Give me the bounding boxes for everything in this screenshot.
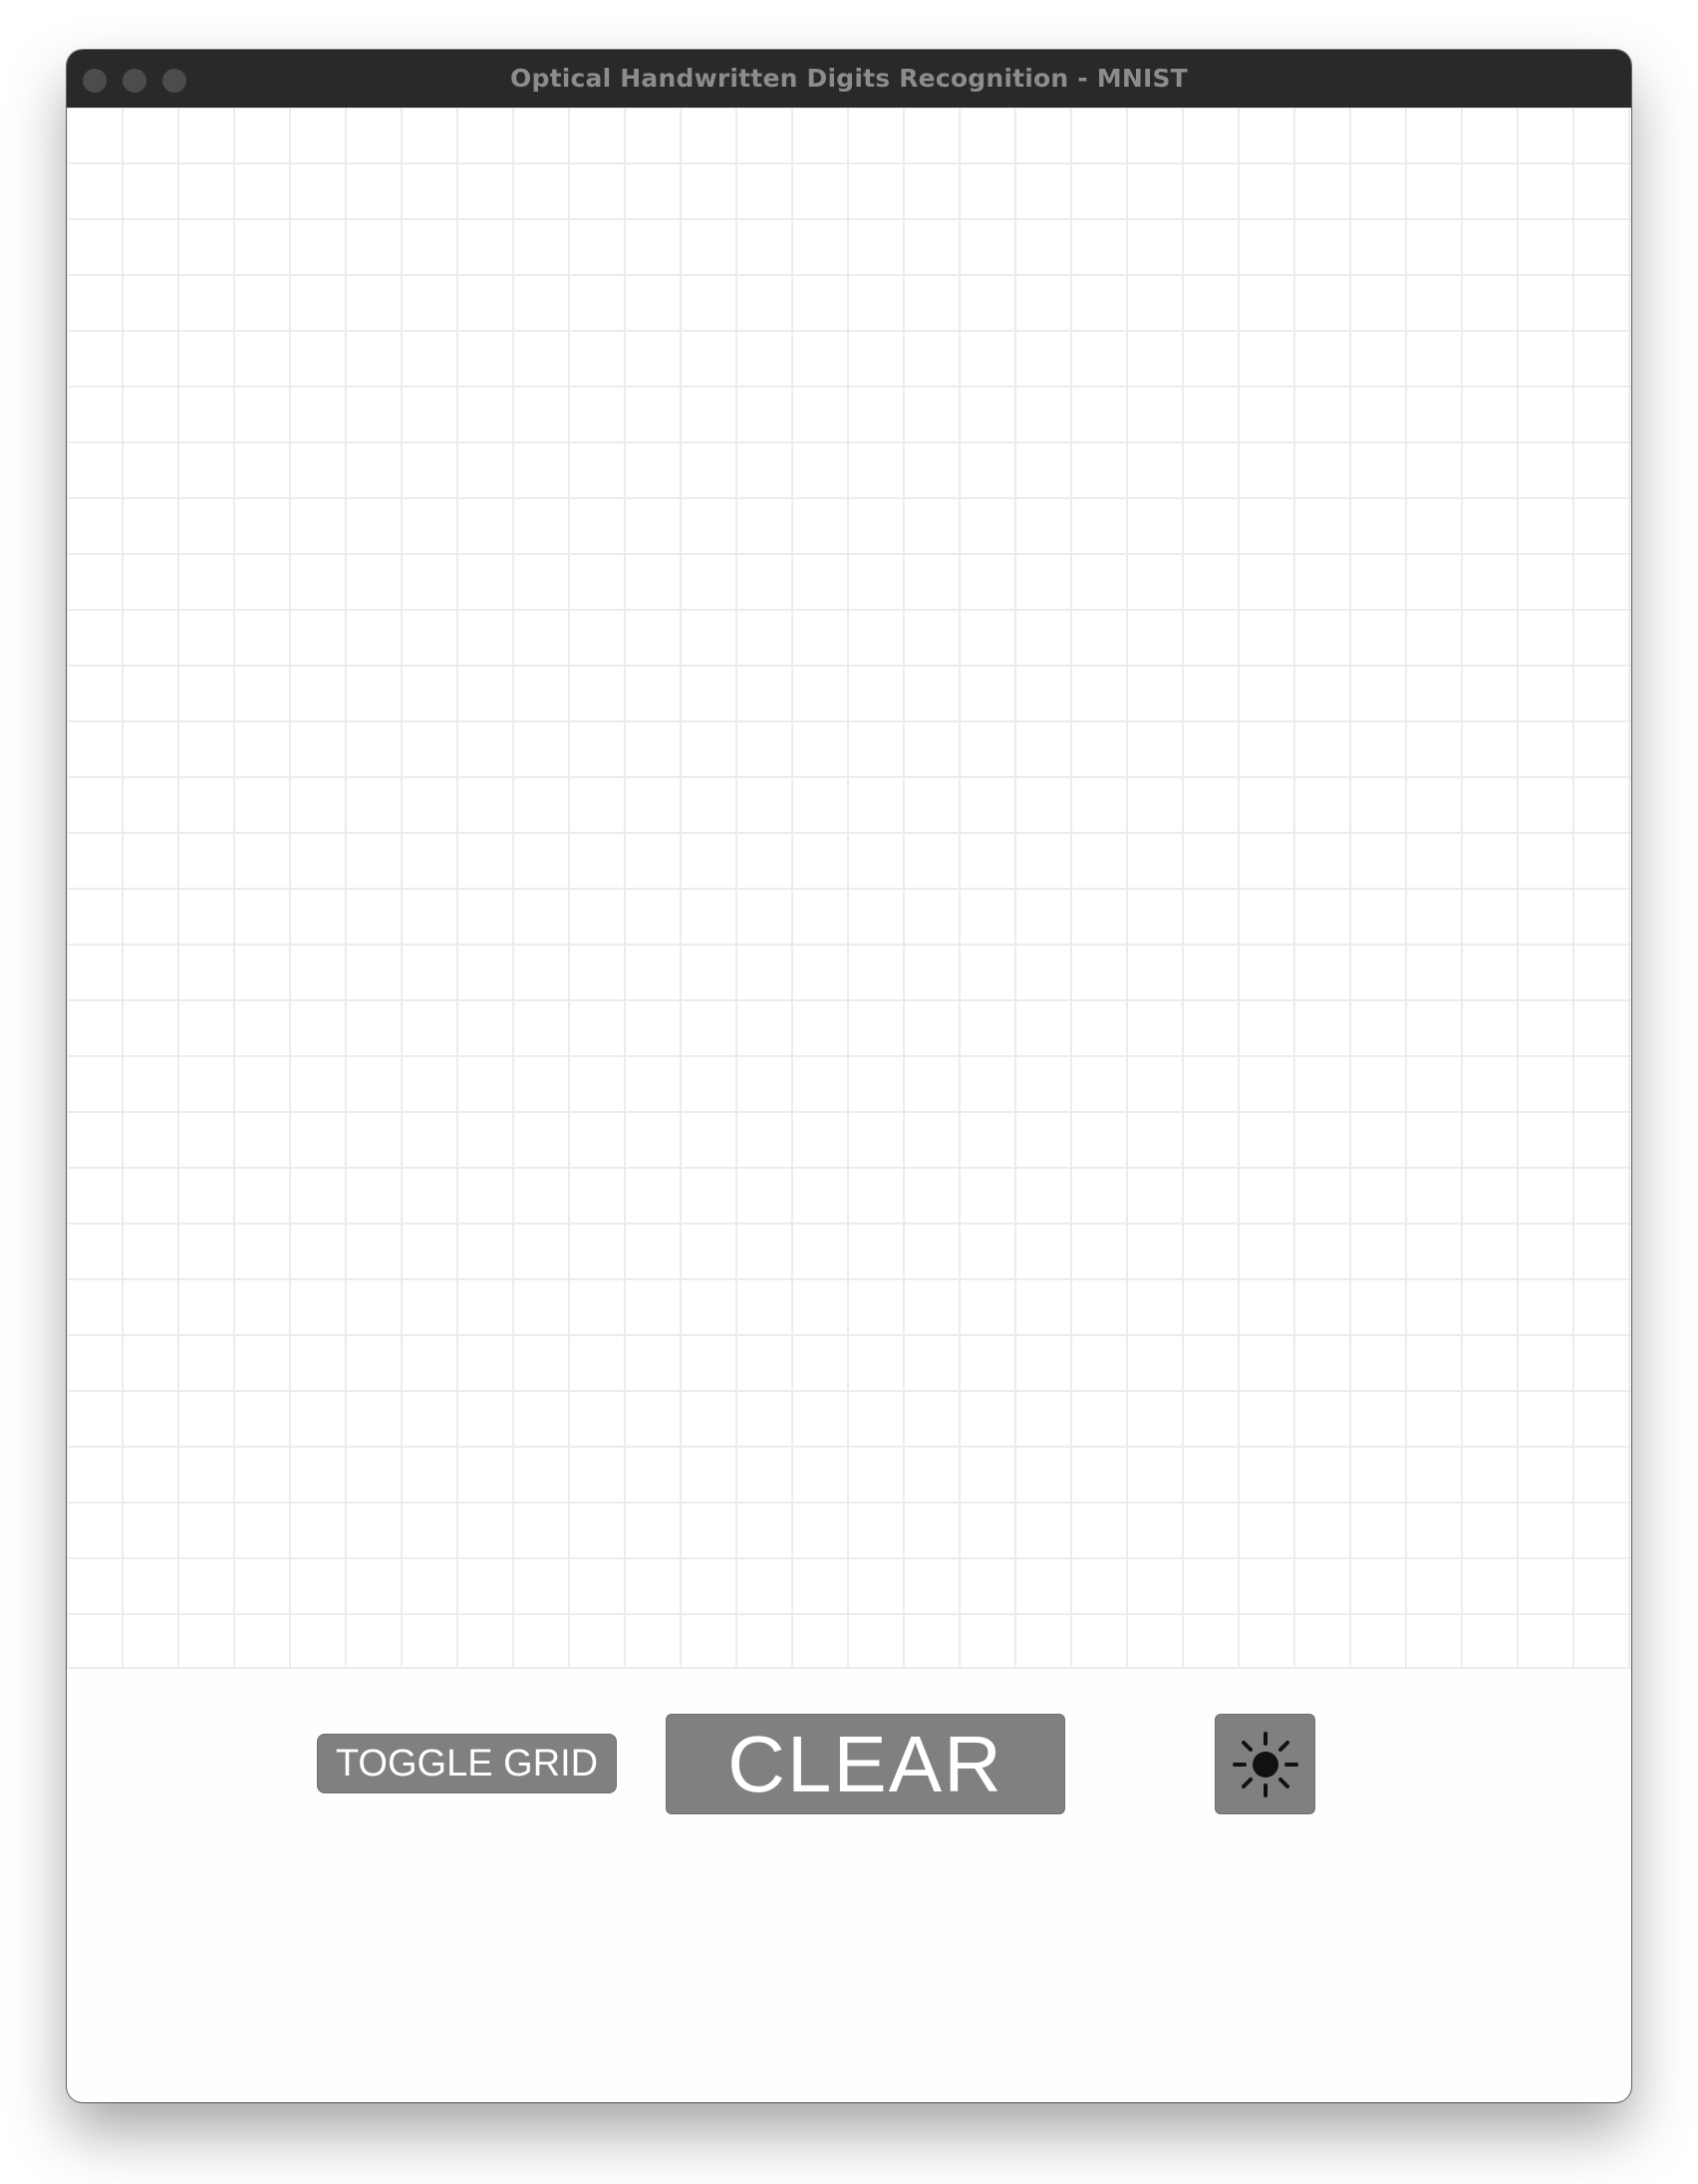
canvas-bottom-border <box>67 1667 1631 1669</box>
drawing-canvas[interactable] <box>67 108 1631 1669</box>
clear-label: CLEAR <box>727 1719 1003 1808</box>
window-title: Optical Handwritten Digits Recognition -… <box>510 64 1188 93</box>
sun-icon <box>1231 1730 1300 1799</box>
clear-button[interactable]: CLEAR <box>666 1714 1065 1814</box>
title-bar[interactable]: Optical Handwritten Digits Recognition -… <box>67 50 1631 108</box>
theme-toggle-button[interactable] <box>1215 1714 1315 1814</box>
app-window: Optical Handwritten Digits Recognition -… <box>67 50 1631 2102</box>
toggle-grid-button[interactable]: TOGGLE GRID <box>317 1734 617 1793</box>
toggle-grid-label: TOGGLE GRID <box>335 1742 599 1784</box>
